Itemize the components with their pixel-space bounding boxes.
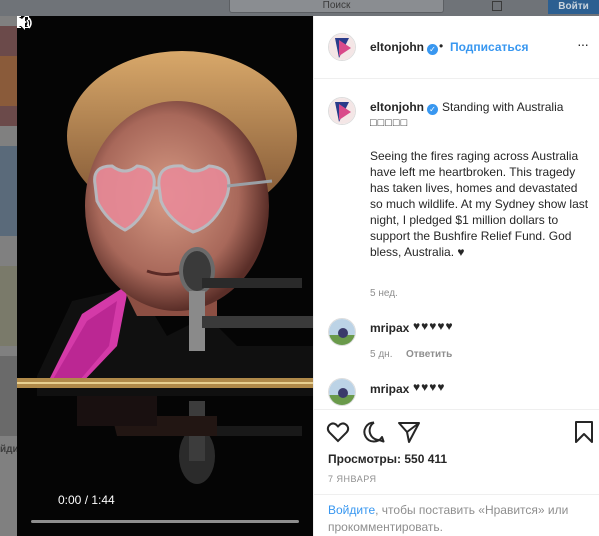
- username[interactable]: eltonjohn: [370, 40, 424, 54]
- background-login-button: Войти: [548, 0, 599, 14]
- post-panel: eltonjohn ✓ • Подписаться ··· eltonjohn ✓ …: [313, 16, 599, 536]
- caption-username[interactable]: eltonjohn ✓: [370, 100, 438, 115]
- video-player[interactable]: 0:00 / 1:44: [17, 16, 313, 536]
- username-link[interactable]: eltonjohn ✓: [370, 40, 438, 55]
- save-bookmark-icon[interactable]: [572, 420, 596, 444]
- verified-icon: ✓: [427, 44, 438, 55]
- caption-username-text[interactable]: eltonjohn: [370, 100, 424, 114]
- reply-button[interactable]: Ответить: [406, 349, 452, 360]
- post-header: eltonjohn ✓ • Подписаться ···: [314, 16, 599, 79]
- more-options-icon[interactable]: ···: [577, 36, 589, 52]
- comment-text: ♥♥♥♥♥: [413, 319, 454, 333]
- views-count[interactable]: Просмотры: 550 411: [328, 452, 447, 466]
- post-actions: Просмотры: 550 411 7 ЯНВАРЯ Войдите, что…: [314, 409, 599, 536]
- login-link[interactable]: Войдите: [328, 503, 375, 517]
- post-date[interactable]: 7 ЯНВАРЯ: [328, 474, 377, 484]
- video-progress-bar[interactable]: [31, 520, 299, 523]
- caption-avatar[interactable]: [328, 97, 356, 125]
- comment-avatar[interactable]: [328, 318, 356, 346]
- background-compass-icon: [492, 1, 502, 11]
- comment-avatar[interactable]: [328, 378, 356, 406]
- follow-button[interactable]: Подписаться: [450, 40, 528, 54]
- background-left-strip: йди: [0, 16, 19, 536]
- comment-time[interactable]: 5 дн.: [370, 349, 392, 360]
- comment-username[interactable]: mripax: [370, 321, 409, 335]
- video-time: 0:00 / 1:44: [58, 493, 115, 507]
- comment-icon[interactable]: [362, 420, 386, 444]
- separator-dot: •: [439, 39, 444, 53]
- caption-time[interactable]: 5 нед.: [370, 288, 398, 299]
- caption-body: Seeing the fires raging across Australia…: [370, 149, 589, 259]
- comment-text: ♥♥♥♥: [413, 380, 446, 394]
- views-value: 550 411: [404, 452, 448, 466]
- background-partial-text: йди: [0, 444, 19, 455]
- avatar[interactable]: [328, 33, 356, 61]
- video-frame: [17, 16, 313, 536]
- like-heart-icon[interactable]: [326, 420, 350, 444]
- caption-title: Standing with Australia: [442, 100, 564, 114]
- views-label: Просмотры:: [328, 452, 402, 466]
- comment-username[interactable]: mripax: [370, 382, 409, 396]
- caption-emoji: □□□□□: [370, 117, 409, 129]
- fullscreen-icon[interactable]: [17, 16, 29, 28]
- verified-icon: ✓: [427, 104, 438, 115]
- share-icon[interactable]: [397, 420, 421, 444]
- background-search-input: Поиск: [229, 0, 444, 13]
- login-prompt: Войдите, чтобы поставить «Нравится» или …: [314, 494, 599, 536]
